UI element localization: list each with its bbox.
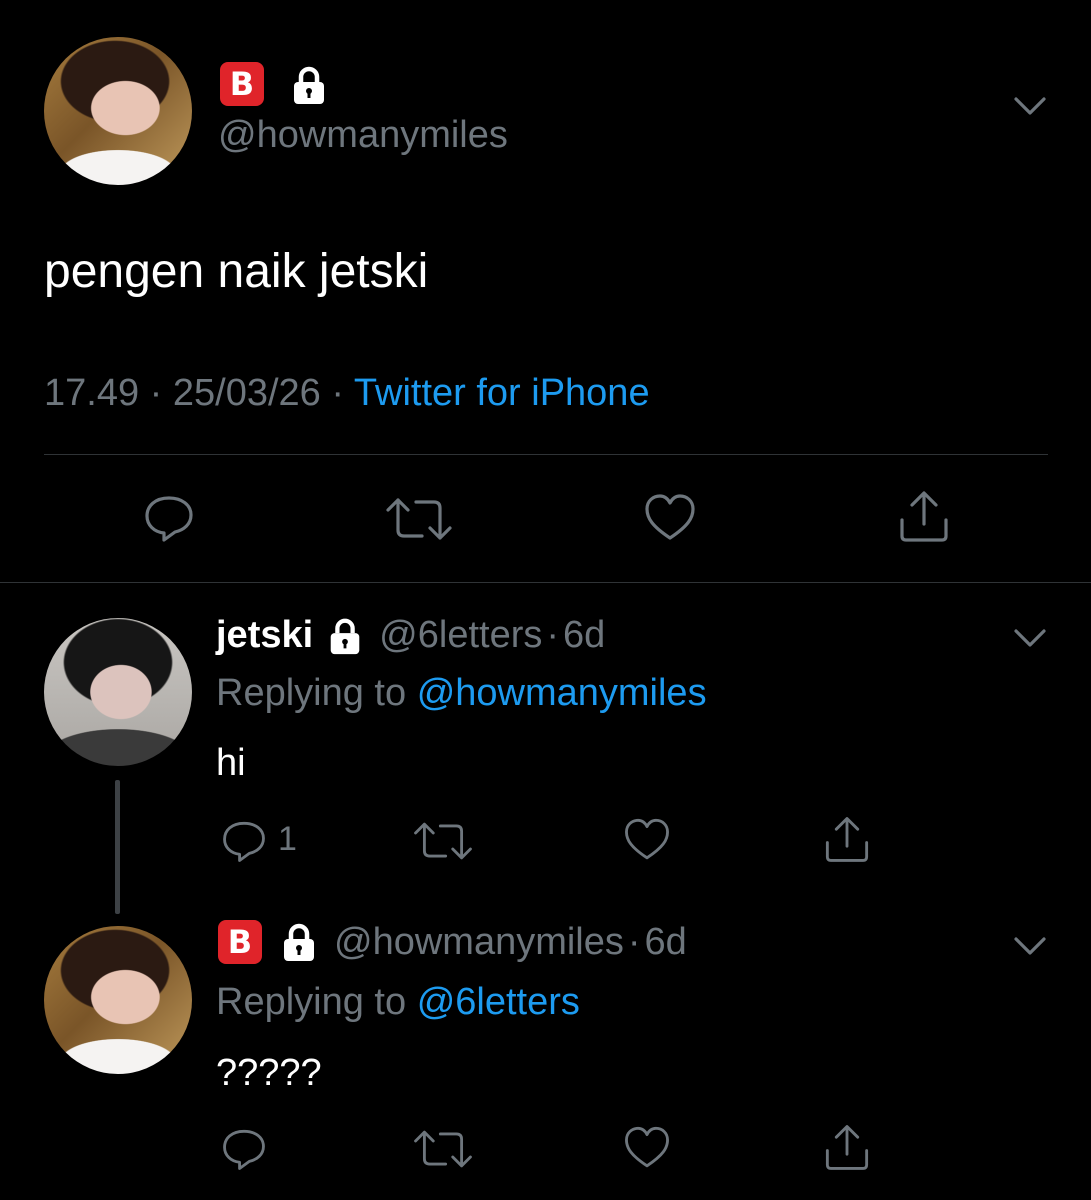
display-name[interactable]: jetski	[216, 614, 313, 657]
b-emoji-icon: B	[220, 62, 264, 106]
lock-icon	[284, 923, 314, 961]
divider	[44, 454, 1048, 455]
mention-link[interactable]: @6letters	[417, 981, 580, 1023]
b-emoji-icon: B	[218, 920, 262, 964]
chevron-down-icon[interactable]	[1012, 94, 1048, 118]
like-icon[interactable]	[642, 492, 698, 544]
tweet-date: 25/03/26	[172, 372, 321, 414]
meta-separator: ·	[331, 372, 345, 414]
retweet-icon[interactable]	[384, 496, 454, 542]
reply-header: B @howmanymiles · 6d	[218, 920, 687, 964]
reply-icon[interactable]	[142, 492, 196, 544]
replying-prefix: Replying to	[216, 672, 407, 714]
like-icon[interactable]	[622, 816, 672, 864]
reply-header: jetski @6letters · 6d	[216, 614, 605, 657]
tweet-source-link[interactable]: Twitter for iPhone	[354, 372, 650, 414]
retweet-icon[interactable]	[412, 820, 474, 862]
meta-separator: ·	[546, 614, 560, 656]
lock-icon	[294, 66, 324, 104]
reply-icon[interactable]	[220, 1126, 268, 1172]
avatar[interactable]	[44, 926, 192, 1074]
tweet-text: pengen naik jetski	[44, 245, 429, 298]
avatar[interactable]	[44, 37, 192, 185]
thread-line	[115, 780, 120, 914]
mention-link[interactable]: @howmanymiles	[417, 672, 707, 714]
reply-count: 1	[278, 820, 297, 858]
retweet-icon[interactable]	[412, 1128, 474, 1170]
meta-separator: ·	[627, 920, 641, 963]
tweet-handle[interactable]: @howmanymiles	[334, 921, 624, 964]
meta-separator: ·	[149, 372, 163, 414]
tweet-age: 6d	[644, 920, 687, 963]
tweet-handle[interactable]: @6letters	[379, 614, 542, 657]
share-icon[interactable]	[822, 1122, 872, 1172]
tweet-meta: 17.49 · 25/03/26 · Twitter for iPhone	[44, 372, 650, 415]
tweet-age: 6d	[563, 614, 606, 656]
chevron-down-icon[interactable]	[1012, 626, 1048, 650]
tweet-text: ?????	[216, 1052, 322, 1094]
replying-to: Replying to @6letters	[216, 981, 580, 1024]
replying-to: Replying to @howmanymiles	[216, 672, 707, 715]
tweet-handle[interactable]: @howmanymiles	[218, 114, 508, 157]
lock-icon	[330, 618, 360, 654]
section-divider	[0, 582, 1091, 583]
chevron-down-icon[interactable]	[1012, 934, 1048, 958]
like-icon[interactable]	[622, 1124, 672, 1172]
tweet-time: 17.49	[44, 372, 140, 414]
tweet-text: hi	[216, 742, 246, 784]
avatar[interactable]	[44, 618, 192, 766]
replying-prefix: Replying to	[216, 981, 407, 1023]
share-icon[interactable]	[896, 488, 952, 544]
share-icon[interactable]	[822, 814, 872, 864]
reply-icon[interactable]	[220, 818, 268, 864]
